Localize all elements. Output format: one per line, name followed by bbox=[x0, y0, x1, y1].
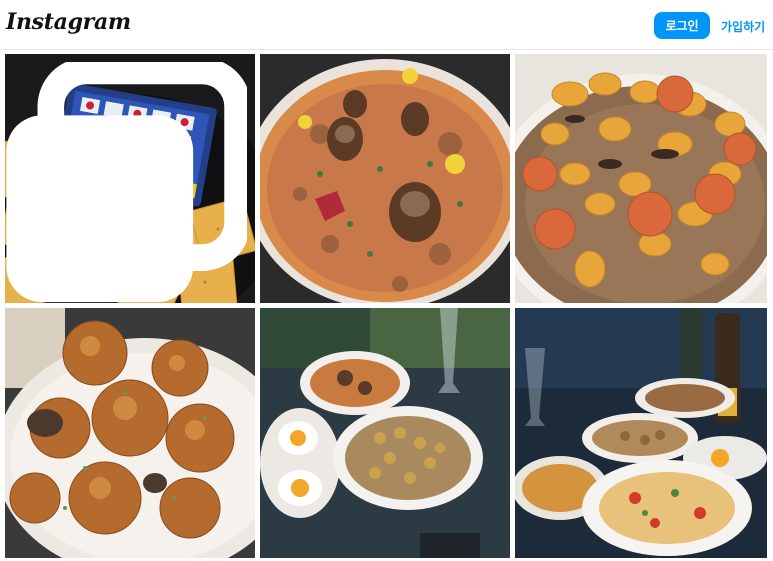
post-tile-3[interactable] bbox=[515, 54, 767, 303]
post-image-fried-chicken bbox=[5, 308, 255, 558]
post-image-wine-pasta bbox=[515, 308, 767, 558]
post-image-table-spread bbox=[260, 308, 510, 558]
post-image-pizza bbox=[260, 54, 510, 303]
post-tile-5[interactable] bbox=[260, 308, 510, 558]
post-tile-4[interactable] bbox=[5, 308, 255, 558]
multiple-images-icon bbox=[6, 62, 247, 303]
post-tile-6[interactable] bbox=[515, 308, 767, 558]
post-grid bbox=[0, 0, 773, 561]
post-tile-2[interactable] bbox=[260, 54, 510, 303]
post-tile-1[interactable] bbox=[5, 54, 255, 303]
post-image-gnocchi bbox=[515, 54, 767, 303]
